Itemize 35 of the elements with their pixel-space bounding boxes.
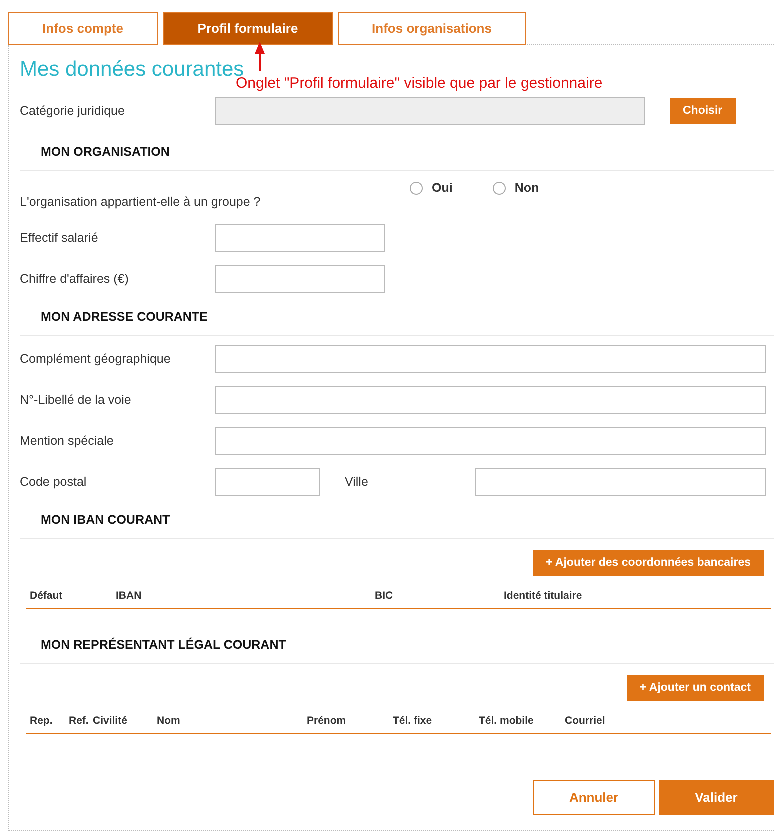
column-header: IBAN xyxy=(116,589,143,604)
section-heading: MON IBAN COURANT xyxy=(20,502,774,539)
tab[interactable]: Infos compte xyxy=(8,12,158,45)
column-header: Défaut xyxy=(30,589,64,604)
section-heading: MON ORGANISATION xyxy=(20,134,774,171)
field-label: Catégorie juridique xyxy=(20,104,126,118)
column-header: Ref. xyxy=(69,714,90,729)
column-header: Tél. mobile xyxy=(479,714,535,729)
field-label: L'organisation appartient-elle à un groupe ? xyxy=(20,195,262,209)
column-header: BIC xyxy=(375,589,394,604)
column-header: Courriel xyxy=(565,714,606,729)
section-heading: MON ADRESSE COURANTE xyxy=(20,299,774,336)
cancel-button[interactable]: Annuler xyxy=(533,780,655,815)
choose-button[interactable]: Choisir xyxy=(670,98,736,124)
field-label: Code postal xyxy=(20,474,88,488)
column-header: Nom xyxy=(157,714,182,729)
field-label: Complément géographique xyxy=(20,352,172,366)
section-heading: MON REPRÉSENTANT LÉGAL COURANT xyxy=(20,627,774,664)
column-header: Civilité xyxy=(93,714,128,729)
tab[interactable]: Infos organisations xyxy=(338,12,526,45)
column-header: Rep. xyxy=(30,714,54,729)
add-button[interactable]: + Ajouter un contact xyxy=(626,675,764,701)
field-label: Mention spéciale xyxy=(20,434,115,448)
field-label: Chiffre d'affaires (€) xyxy=(20,272,130,286)
column-header: Tél. fixe xyxy=(393,714,434,729)
column-header: Prénom xyxy=(307,714,348,729)
tab[interactable]: Profil formulaire xyxy=(163,12,333,45)
radio-option[interactable]: Oui xyxy=(410,181,453,195)
field-label: Effectif salarié xyxy=(20,230,100,244)
column-header: Identité titulaire xyxy=(504,589,584,604)
field-label: Ville xyxy=(345,474,370,488)
radio-option[interactable]: Non xyxy=(492,181,540,195)
field-label: N°-Libellé de la voie xyxy=(20,392,132,406)
submit-button[interactable]: Valider xyxy=(659,780,774,815)
add-button[interactable]: + Ajouter des coordonnées bancaires xyxy=(532,550,764,576)
